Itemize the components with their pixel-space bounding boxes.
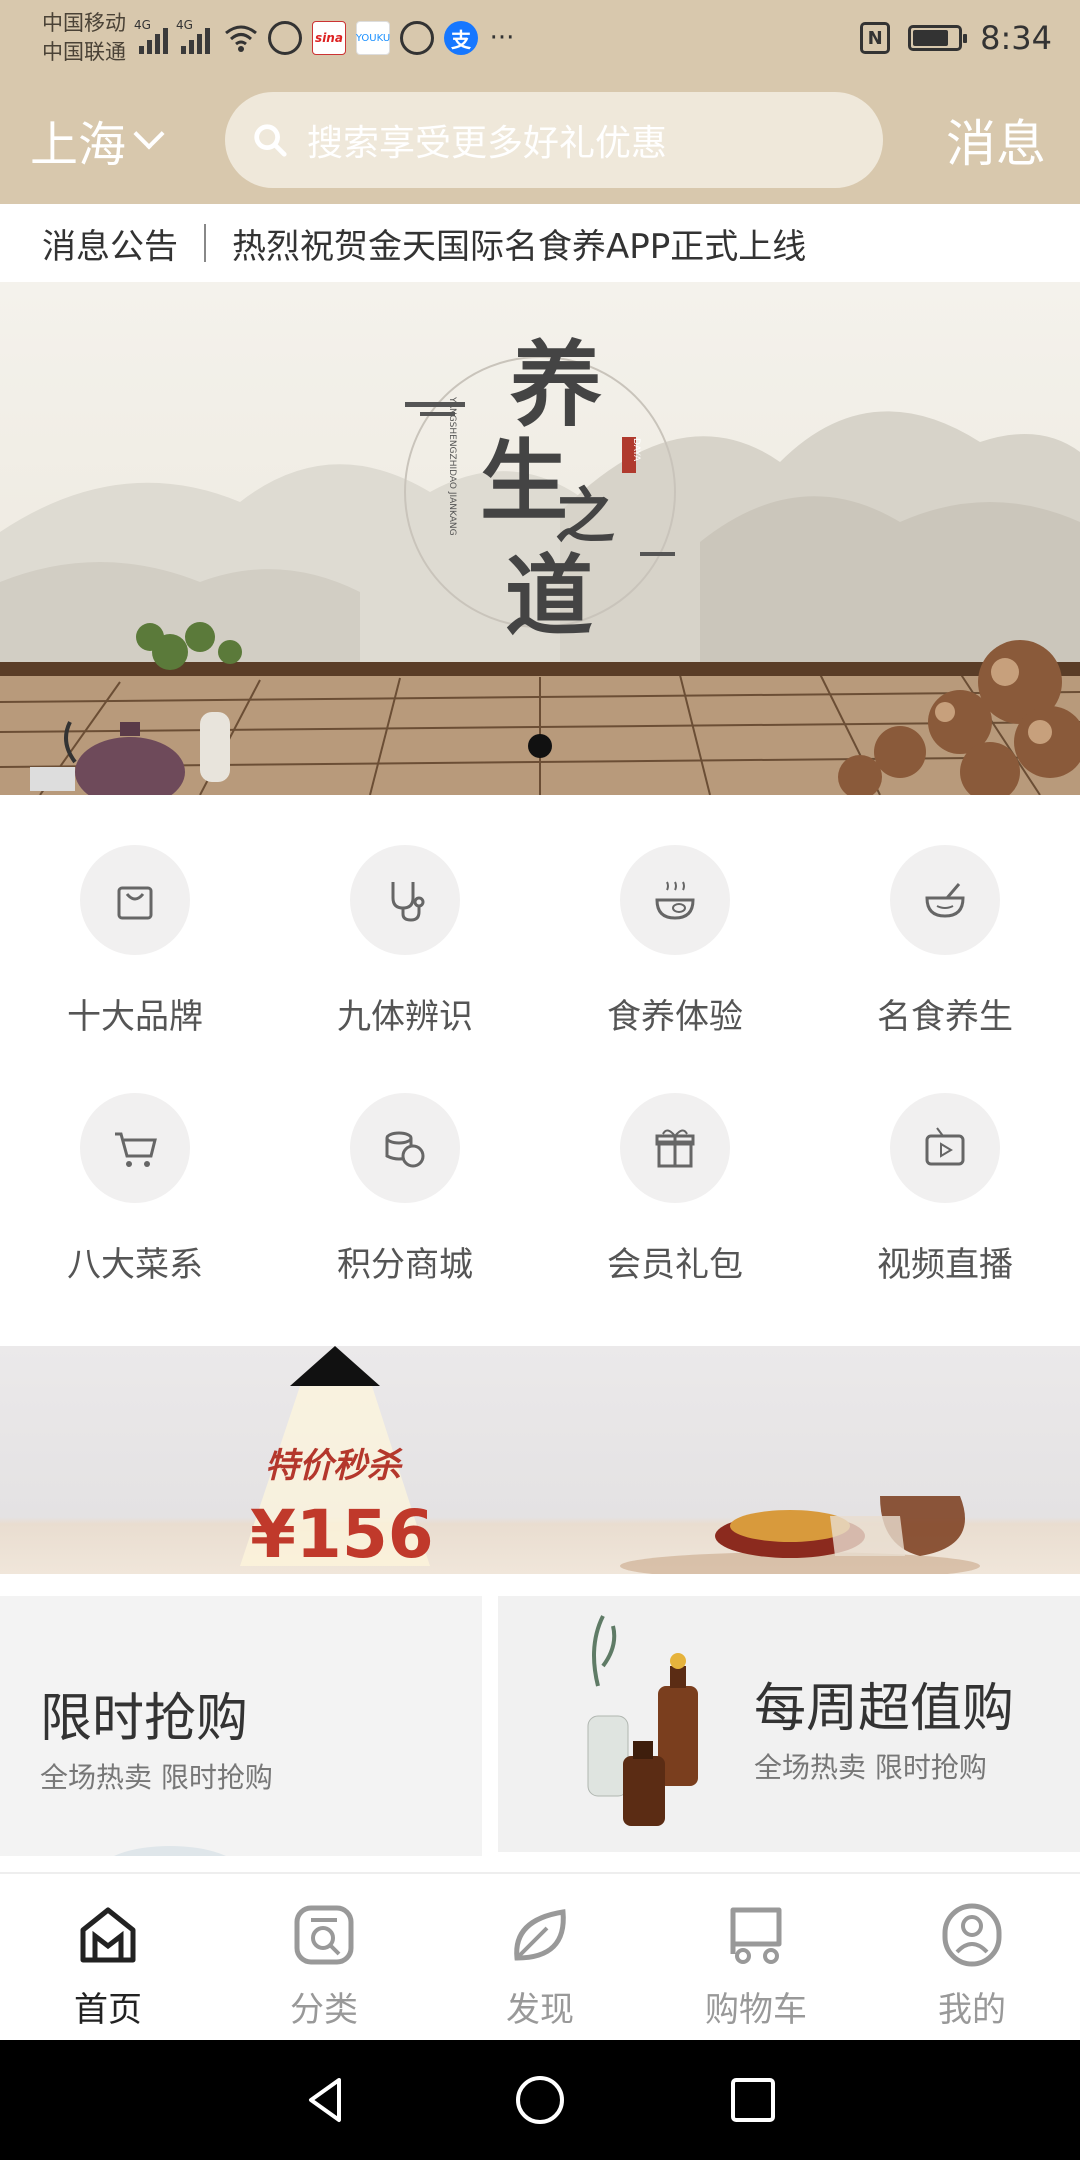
category-nine-constitution[interactable]: 九体辨识 <box>270 815 540 1063</box>
flash-sale-title: 特价秒杀 <box>265 1446 401 1486</box>
card-title: 每周超值购 <box>754 1679 1015 1739</box>
network-type-1: 4G <box>134 18 151 32</box>
calligraphy-char-3: 之 <box>555 482 615 552</box>
category-ten-brands[interactable]: 十大品牌 <box>0 815 270 1063</box>
nfc-icon: N <box>860 22 891 54</box>
message-button[interactable]: 消息 <box>946 104 1046 176</box>
status-bar: 中国移动 中国联通 4G 4G sina YOUKU 支 ··· N 8:34 <box>0 0 1080 76</box>
clock: 8:34 <box>980 19 1052 57</box>
banner-illustration: 养 生 之 道 DAYA YANGSHENGZHIDAO JIANKANG <box>0 331 1080 795</box>
notice-label: 消息公告 <box>42 226 178 267</box>
category-points-mall[interactable]: 积分商城 <box>270 1063 540 1311</box>
back-icon[interactable] <box>299 2072 355 2128</box>
category-food-experience[interactable]: 食养体验 <box>540 815 810 1063</box>
home-icon <box>80 1907 136 1963</box>
banner-latin: YANGSHENGZHIDAO JIANKANG <box>447 396 457 536</box>
leaf-icon <box>514 1909 566 1961</box>
calligraphy-char-1: 养 <box>510 331 602 439</box>
more-notifications-icon: ··· <box>489 23 515 53</box>
carrier-2: 中国联通 <box>42 40 126 64</box>
profile-icon <box>942 1903 1002 1967</box>
category-label: 会员礼包 <box>607 1245 743 1285</box>
category-label: 十大品牌 <box>67 997 203 1037</box>
wifi-icon <box>224 21 258 55</box>
battery-icon <box>908 25 968 51</box>
weekly-deal-card[interactable]: 每周超值购 全场热卖 限时抢购 <box>498 1596 1080 1852</box>
notice-bar[interactable]: 消息公告 热烈祝贺金天国际名食养APP正式上线 <box>0 204 1080 282</box>
coins-icon <box>385 1131 425 1168</box>
tab-label: 我的 <box>938 1990 1006 2030</box>
shopping-bag-icon <box>117 886 153 920</box>
tab-label: 购物车 <box>705 1990 807 2030</box>
card-subtitle: 全场热卖 限时抢购 <box>754 1751 987 1784</box>
category-member-gift[interactable]: 会员礼包 <box>540 1063 810 1311</box>
limited-time-card[interactable]: 限时抢购 全场热卖 限时抢购 <box>0 1596 482 1856</box>
calligraphy-char-4: 道 <box>505 544 593 648</box>
banner-seal: DAYA <box>631 438 641 462</box>
tab-profile[interactable]: 我的 <box>864 1874 1080 2040</box>
teapot-illustration <box>114 1846 226 1856</box>
tab-label: 分类 <box>290 1990 358 2030</box>
youku-icon: YOUKU <box>356 21 390 55</box>
cart-icon <box>115 1132 157 1167</box>
category-label: 视频直播 <box>877 1245 1013 1285</box>
cart-icon <box>730 1907 782 1964</box>
category-label: 名食养生 <box>877 997 1013 1037</box>
hand-icon <box>400 21 434 55</box>
carousel-dot-active[interactable] <box>528 734 552 758</box>
category-famous-food-health[interactable]: 名食养生 <box>810 815 1080 1063</box>
stethoscope-icon <box>391 882 425 922</box>
city-label: 上海 <box>30 117 127 173</box>
signal-icon-2: 4G <box>176 18 210 54</box>
notice-divider <box>204 224 206 262</box>
tab-cart[interactable]: 购物车 <box>648 1874 864 2040</box>
tab-label: 首页 <box>74 1990 142 2030</box>
flash-sale-price: ¥156 <box>250 1496 434 1573</box>
category-label: 九体辨识 <box>337 997 473 1037</box>
category-label: 积分商城 <box>337 1245 473 1285</box>
banner-carousel[interactable]: 养 生 之 道 DAYA YANGSHENGZHIDAO JIANKANG <box>0 282 1080 795</box>
alipay-icon: 支 <box>444 21 478 55</box>
city-selector[interactable]: 上海 <box>30 105 205 175</box>
tab-discover[interactable]: 发现 <box>432 1874 648 2040</box>
globe-icon <box>268 21 302 55</box>
flash-sale-banner[interactable]: 特价秒杀 ¥156 <box>0 1346 1080 1574</box>
notice-text: 热烈祝贺金天国际名食养APP正式上线 <box>232 226 807 267</box>
signal-icon: 4G <box>134 18 168 54</box>
recents-icon[interactable] <box>725 2072 781 2128</box>
network-type-2: 4G <box>176 18 193 32</box>
category-label: 食养体验 <box>607 997 743 1037</box>
category-icon <box>294 1905 354 1965</box>
bottom-tab-bar: 首页 分类 发现 购物车 我的 <box>0 1872 1080 2040</box>
app-header: 上海 搜索享受更多好礼优惠 消息 <box>0 76 1080 204</box>
tab-label: 发现 <box>506 1990 574 2030</box>
bowl-icon <box>655 881 695 920</box>
bottles-illustration <box>587 1615 698 1826</box>
mortar-icon <box>925 883 965 918</box>
sina-weibo-icon: sina <box>312 21 346 55</box>
category-video-live[interactable]: 视频直播 <box>810 1063 1080 1311</box>
tab-category[interactable]: 分类 <box>216 1874 432 2040</box>
search-input[interactable]: 搜索享受更多好礼优惠 <box>225 92 883 188</box>
category-label: 八大菜系 <box>67 1245 203 1285</box>
carrier-1: 中国移动 <box>42 11 126 35</box>
home-circle-icon[interactable] <box>512 2072 568 2128</box>
card-subtitle: 全场热卖 限时抢购 <box>40 1761 273 1794</box>
chevron-down-icon <box>133 118 165 150</box>
carrier-info: 中国移动 中国联通 <box>42 9 126 67</box>
tv-play-icon <box>925 1127 965 1166</box>
flash-sale-illustration <box>240 1346 980 1574</box>
search-placeholder: 搜索享受更多好礼优惠 <box>307 123 668 164</box>
card-title: 限时抢购 <box>40 1689 249 1749</box>
category-eight-cuisines[interactable]: 八大菜系 <box>0 1063 270 1311</box>
tab-home[interactable]: 首页 <box>0 1874 216 2040</box>
gift-icon <box>655 1129 695 1168</box>
system-nav-bar <box>0 2040 1080 2160</box>
category-grid: 十大品牌 九体辨识 食养体验 名食养生 八大菜系 积分商城 会员礼包 视频直播 <box>0 815 1080 1325</box>
search-icon <box>254 124 287 157</box>
